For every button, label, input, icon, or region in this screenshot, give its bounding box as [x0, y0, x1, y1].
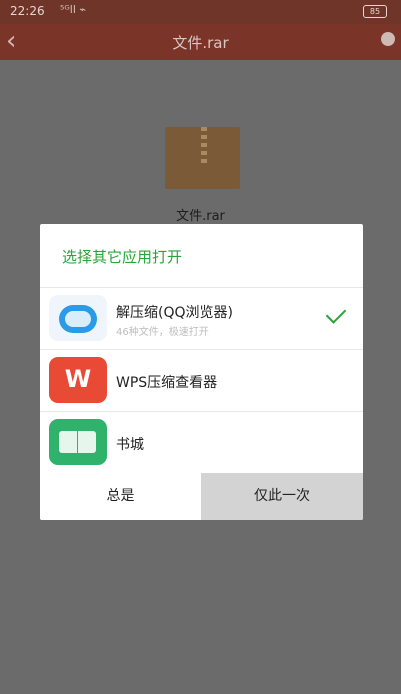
qq-browser-icon	[49, 295, 107, 341]
zipper-icon	[201, 127, 207, 167]
app-option-wps[interactable]: W WPS压缩查看器	[40, 350, 363, 412]
wps-icon: W	[49, 357, 107, 403]
signal-icon: ⁵ᴳll ⌁	[60, 3, 87, 16]
page-title: 文件.rar	[172, 34, 229, 52]
app-option-label: WPS压缩查看器	[116, 375, 218, 391]
book-icon	[49, 419, 107, 465]
app-option-bookstore[interactable]: 书城	[40, 412, 363, 474]
app-bar: ‹ 文件.rar	[0, 24, 401, 60]
app-option-label: 书城	[116, 437, 144, 453]
open-with-dialog: 选择其它应用打开 解压缩(QQ浏览器) 46种文件，极速打开 W WPS压缩查看…	[40, 224, 363, 520]
dialog-header: 选择其它应用打开	[40, 224, 363, 288]
file-name: 文件.rar	[176, 209, 225, 224]
app-option-label: 解压缩(QQ浏览器)	[116, 305, 233, 321]
checkmark-icon	[325, 303, 347, 324]
app-option-subtitle: 46种文件，极速打开	[116, 327, 209, 338]
app-option-qq-browser[interactable]: 解压缩(QQ浏览器) 46种文件，极速打开	[40, 288, 363, 350]
battery-icon: 85	[363, 5, 387, 18]
dialog-title: 选择其它应用打开	[62, 248, 183, 266]
status-bar: 22:26 ⁵ᴳll ⌁ 85	[0, 0, 401, 24]
just-once-button[interactable]: 仅此一次	[201, 473, 363, 520]
overflow-icon[interactable]	[381, 32, 395, 46]
always-button[interactable]: 总是	[40, 473, 201, 520]
status-time: 22:26	[10, 4, 45, 18]
dialog-actions: 总是 仅此一次	[40, 473, 363, 520]
archive-file-icon	[165, 127, 240, 189]
